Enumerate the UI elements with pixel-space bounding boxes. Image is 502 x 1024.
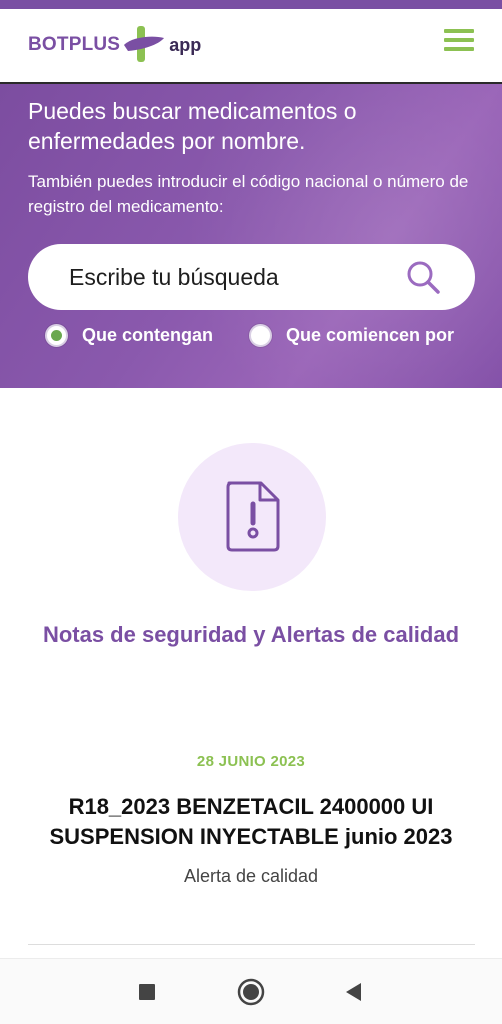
botplus-logo[interactable]: BOTPLUS app xyxy=(28,23,201,67)
notes-icon-circle xyxy=(178,443,326,591)
back-icon xyxy=(346,983,361,1001)
hero-subtitle: También puedes introducir el código naci… xyxy=(28,172,469,216)
hamburger-menu-icon[interactable] xyxy=(444,29,476,55)
logo-app-suffix: app xyxy=(169,34,202,55)
recent-apps-button[interactable] xyxy=(117,959,177,1024)
notes-section-title[interactable]: Notas de seguridad y Alertas de calidad xyxy=(40,620,462,650)
option-label: Que comiencen por xyxy=(286,324,455,345)
home-icon xyxy=(237,978,265,1006)
search-icon[interactable] xyxy=(405,259,441,295)
alert-type: Alerta de calidad xyxy=(183,866,319,886)
home-button[interactable] xyxy=(221,959,281,1024)
radio-comiencen[interactable] xyxy=(249,323,272,347)
option-que-contengan[interactable]: Que contengan xyxy=(45,320,213,350)
radio-contengan[interactable] xyxy=(45,323,68,347)
search-box xyxy=(28,244,475,310)
android-nav-bar xyxy=(0,958,502,1024)
alert-title-link[interactable]: R18_2023 BENZETACIL 2400000 UI SUSPENSIO… xyxy=(20,792,482,852)
option-label: Que contengan xyxy=(82,324,214,345)
alert-date: 28 JUNIO 2023 xyxy=(196,753,306,770)
search-input[interactable] xyxy=(69,244,399,310)
logo-plus-mark-icon xyxy=(124,26,165,62)
app-header: BOTPLUS app xyxy=(0,9,502,84)
search-hero: Puedes buscar medicamentos o enfermedade… xyxy=(0,84,502,388)
document-alert-icon xyxy=(226,481,280,552)
recent-apps-icon xyxy=(139,984,155,1000)
hero-title: Puedes buscar medicamentos o enfermedade… xyxy=(28,98,357,154)
status-bar-strip xyxy=(0,0,502,9)
logo-text: BOTPLUS xyxy=(28,34,121,55)
divider xyxy=(28,944,475,945)
back-button[interactable] xyxy=(323,959,383,1024)
option-que-comiencen-por[interactable]: Que comiencen por xyxy=(249,320,454,350)
